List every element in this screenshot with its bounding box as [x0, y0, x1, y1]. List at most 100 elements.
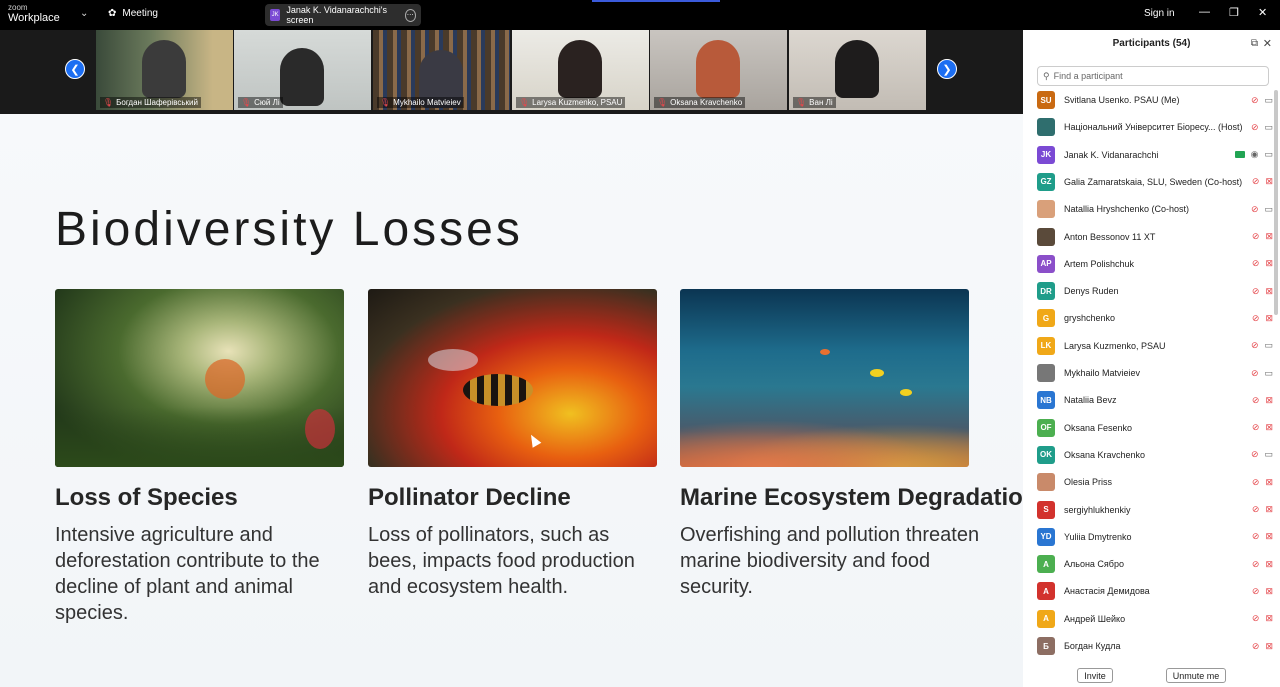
participant-name: Анастасія Демидова [1064, 586, 1150, 597]
minimize-icon[interactable]: — [1199, 6, 1210, 18]
participant-status-icons: ⊘ ⊠ [1252, 559, 1273, 570]
participant-name: Національний Університет Біоресу... (Hos… [1064, 122, 1243, 133]
mic-muted-icon: ⊘ [1251, 504, 1260, 514]
video-off-icon: ⊠ [1265, 640, 1273, 651]
tile-name: 🎙 Ван Лі [793, 97, 836, 108]
screen-share-indicator[interactable]: JK Janak K. Vidanarachchi's screen ⋯ [265, 4, 421, 26]
forest-image [55, 289, 344, 467]
chevron-down-icon[interactable]: ⌄ [80, 8, 88, 19]
participant-row[interactable]: А Альона Сябро ⊘ ⊠ [1037, 554, 1273, 574]
unmute-me-button[interactable]: Unmute me [1166, 668, 1226, 683]
meeting-menu-button[interactable]: ✿ Meeting [108, 8, 158, 19]
video-on-icon: ▭ [1264, 94, 1273, 105]
search-icon: ⚲ [1043, 70, 1050, 81]
logo-line1: zoom [8, 3, 28, 12]
video-tile[interactable]: 🎙 Larysa Kuzmenko, PSAU [512, 30, 649, 110]
participant-avatar: GZ [1037, 172, 1055, 191]
participant-status-icons: ⊘ ▭ [1251, 449, 1273, 460]
participant-row[interactable]: Olesia Priss ⊘ ⊠ [1037, 472, 1273, 492]
video-off-icon: ⊠ [1265, 285, 1273, 296]
participant-avatar: G [1037, 309, 1055, 328]
participant-avatar [1037, 118, 1055, 137]
meeting-label: Meeting [122, 8, 158, 19]
participant-video [835, 40, 879, 98]
video-off-icon: ⊠ [1265, 504, 1273, 514]
video-off-icon: ⊠ [1265, 258, 1273, 269]
mic-muted-icon: ⊘ [1251, 531, 1260, 542]
video-tile[interactable]: 🎙 Ван Лі [789, 30, 926, 110]
participant-row[interactable]: Ggryshchenko ⊘ ⊠ [1037, 308, 1273, 328]
participant-row[interactable]: Ssergiyhlukhenkiy ⊘ ⊠ [1037, 500, 1273, 520]
participant-row[interactable]: AP Artem Polishchuk ⊘ ⊠ [1037, 254, 1273, 274]
close-panel-icon[interactable]: ✕ [1263, 30, 1272, 58]
mic-muted-icon: ⊘ [1250, 94, 1259, 105]
participant-status-icons: ⊘ ⊠ [1252, 286, 1273, 297]
participant-name: Olesia Priss [1064, 477, 1113, 488]
video-off-icon: ⊠ [1265, 613, 1273, 624]
mic-muted-icon: 🎙 [380, 98, 391, 107]
video-tile[interactable]: 🎙 Сюй Лі [234, 30, 371, 110]
participant-row[interactable]: А Андрей Шейко ⊘ ⊠ [1037, 609, 1273, 629]
participant-status-icons: ⊘ ⊠ [1252, 176, 1273, 187]
invite-button[interactable]: Invite [1077, 668, 1113, 683]
participant-status-icons: ⊘ ⊠ [1252, 422, 1273, 433]
participant-avatar: А [1037, 609, 1055, 628]
mic-muted-icon: ⊘ [1250, 203, 1259, 214]
logo-line2: Workplace [8, 12, 60, 24]
participant-avatar: А [1037, 555, 1055, 574]
gallery-prev-button[interactable]: ❮ [65, 59, 85, 79]
video-on-icon: ▭ [1264, 367, 1273, 378]
participant-name: Oksana Kravchenko [1064, 449, 1146, 460]
participant-status-icons: ⊘ ⊠ [1252, 613, 1273, 624]
panel-scrollbar[interactable] [1274, 90, 1278, 315]
mic-muted-icon: 🎙 [657, 98, 668, 107]
participant-row[interactable]: А Анастасія Демидова ⊘ ⊠ [1037, 581, 1273, 601]
participant-row[interactable]: Mykhailo Matvieiev ⊘ ▭ [1037, 363, 1273, 383]
participant-row[interactable]: NB Nataliia Bevz ⊘ ⊠ [1037, 390, 1273, 410]
participant-status-icons: ◉ ▭ [1234, 149, 1273, 160]
video-off-icon: ⊠ [1265, 476, 1273, 487]
participant-row[interactable]: YD Yuliia Dmytrenko ⊘ ⊠ [1037, 527, 1273, 547]
mic-muted-icon: ⊘ [1251, 258, 1260, 269]
participant-name: Nataliia Bevz [1064, 395, 1117, 406]
sign-in-link[interactable]: Sign in [1144, 8, 1175, 19]
video-tile[interactable]: 🎙 Богдан Шаферівський [96, 30, 233, 110]
participant-row[interactable]: SU Svitlana Usenko. PSAU (Me) ⊘ ▭ [1037, 90, 1273, 110]
participant-row[interactable]: LK Larysa Kuzmenko, PSAU ⊘ ▭ [1037, 336, 1273, 356]
participant-avatar [1037, 227, 1055, 246]
mic-muted-icon: ⊘ [1250, 449, 1259, 460]
participant-status-icons: ⊘ ▭ [1251, 95, 1273, 106]
restore-icon[interactable]: ❐ [1229, 6, 1239, 19]
mic-muted-icon: ⊘ [1251, 476, 1260, 487]
participant-avatar [1037, 364, 1055, 382]
video-tile[interactable]: 🎙 Mykhailo Matvieiev [373, 30, 510, 110]
participant-row[interactable]: Національний Університет Біоресу... (Hos… [1037, 117, 1273, 137]
participant-row[interactable]: Anton Bessonov 11 XT ⊘ ⊠ [1037, 227, 1273, 247]
participant-search-input[interactable]: ⚲ Find a participant [1037, 66, 1269, 86]
mic-muted-icon: ⊘ [1251, 640, 1260, 651]
participant-row[interactable]: JK Janak K. Vidanarachchi ◉ ▭ [1037, 145, 1273, 165]
gallery-next-button[interactable]: ❯ [937, 59, 957, 79]
participant-row[interactable]: DR Denys Ruden ⊘ ⊠ [1037, 281, 1273, 301]
slide-title: Biodiversity Losses [55, 203, 523, 256]
participant-video [696, 40, 740, 98]
video-on-icon: ▭ [1264, 340, 1273, 351]
card-title: Loss of Species [55, 484, 238, 511]
participant-row[interactable]: OK Oksana Kravchenko ⊘ ▭ [1037, 445, 1273, 465]
video-on-icon: ▭ [1264, 149, 1273, 160]
video-tile[interactable]: 🎙 Oksana Kravchenko [650, 30, 787, 110]
participant-row[interactable]: GZ Galia Zamaratskaia, SLU, Sweden (Co-ho… [1037, 172, 1273, 192]
video-gallery-strip: ❮ 🎙 Богдан Шаферівський 🎙 Сюй Лі 🎙 Mykhailo… [0, 30, 1023, 114]
pop-out-icon[interactable]: ⧉ [1251, 30, 1258, 58]
video-off-icon: ⊠ [1265, 394, 1273, 405]
more-options-icon[interactable]: ⋯ [404, 8, 416, 22]
participant-row[interactable]: Natallia Hryshchenko (Co-host) ⊘ ▭ [1037, 199, 1273, 219]
close-window-icon[interactable]: ✕ [1258, 6, 1267, 19]
panel-header: Participants (54) ⧉ ✕ [1023, 30, 1280, 58]
participant-avatar: YD [1037, 527, 1055, 546]
participant-row[interactable]: OF Oksana Fesenko ⊘ ⊠ [1037, 418, 1273, 438]
participant-name: Janak K. Vidanarachchi [1064, 149, 1159, 160]
tile-name: 🎙 Сюй Лі [238, 97, 283, 108]
video-off-icon: ⊠ [1265, 585, 1273, 596]
participant-row[interactable]: Б Богдан Кудла ⊘ ⊠ [1037, 636, 1273, 656]
